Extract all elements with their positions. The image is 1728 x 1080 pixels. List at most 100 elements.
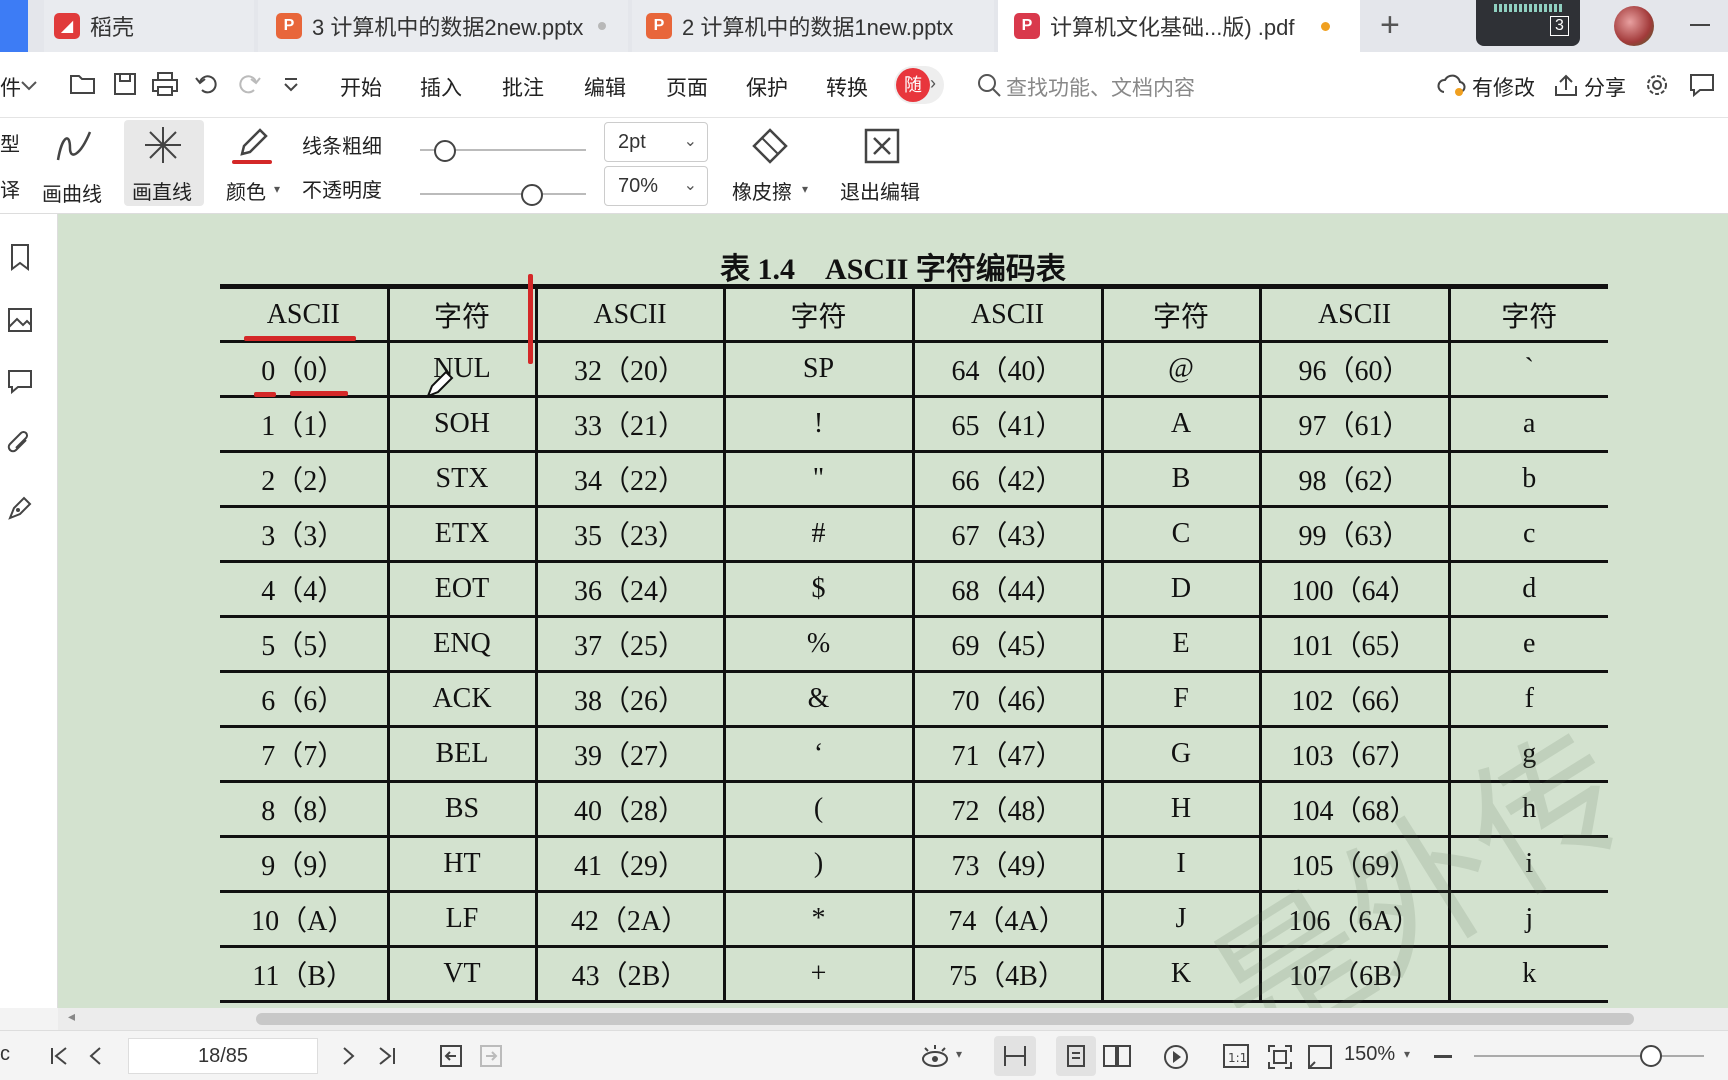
- character-cell: ACK: [388, 671, 538, 728]
- zoom-slider[interactable]: [1474, 1045, 1704, 1067]
- horizontal-scrollbar[interactable]: ◂: [58, 1008, 1728, 1030]
- modified-status[interactable]: 有修改: [1472, 72, 1535, 102]
- ascii-code-cell: 37（25）: [536, 616, 726, 673]
- curve-icon: [56, 131, 92, 161]
- ascii-code-cell: 35（23）: [536, 506, 726, 563]
- avatar[interactable]: [1614, 6, 1654, 46]
- ink-vertical-stroke: [528, 274, 533, 364]
- image-icon[interactable]: [6, 306, 34, 334]
- share-button[interactable]: 分享: [1584, 72, 1626, 102]
- quick-access-dropdown-icon[interactable]: [282, 76, 300, 92]
- first-page-icon[interactable]: [48, 1045, 72, 1067]
- ascii-code-cell: 97（61）: [1260, 396, 1451, 453]
- save-icon[interactable]: [112, 70, 138, 98]
- search-input[interactable]: 查找功能、文档内容: [1006, 72, 1195, 102]
- actual-size-icon[interactable]: 1:1: [1222, 1043, 1250, 1069]
- header-cell: 字符: [1449, 284, 1608, 343]
- comment-icon[interactable]: [1688, 72, 1716, 98]
- menu-annotate[interactable]: 批注: [502, 72, 544, 102]
- chevron-down-icon[interactable]: [20, 80, 38, 92]
- last-page-icon[interactable]: [374, 1045, 398, 1067]
- character-cell: D: [1102, 561, 1262, 618]
- opacity-slider[interactable]: [420, 184, 586, 206]
- line-width-select[interactable]: 2pt ⌄: [604, 122, 708, 162]
- slider-thumb[interactable]: [434, 140, 456, 162]
- play-icon[interactable]: [1162, 1043, 1190, 1071]
- tab-bar: ◢ 稻壳 P 3 计算机中的数据2new.pptx P 2 计算机中的数据1ne…: [0, 0, 1728, 52]
- new-tab-button[interactable]: +: [1380, 6, 1400, 45]
- line-icon: [145, 127, 181, 163]
- back-view-icon[interactable]: [438, 1043, 464, 1069]
- bookmark-icon[interactable]: [8, 242, 32, 272]
- chevron-down-icon: ▾: [802, 182, 809, 196]
- redo-icon[interactable]: [236, 72, 262, 96]
- character-cell: BS: [388, 781, 538, 838]
- fit-page-icon[interactable]: [1266, 1043, 1294, 1071]
- fit-width-button[interactable]: [994, 1036, 1036, 1076]
- document-page[interactable]: 表 1.4 ASCII 字符编码表 ASCII 字符 ASCII 字符 ASCI…: [58, 214, 1728, 1008]
- previous-page-icon[interactable]: [86, 1045, 106, 1067]
- signature-icon[interactable]: [6, 494, 34, 522]
- home-strip[interactable]: [0, 0, 28, 52]
- menu-edit[interactable]: 编辑: [584, 72, 626, 102]
- exit-edit-button[interactable]: 退出编辑: [832, 120, 932, 206]
- opacity-select[interactable]: 70% ⌄: [604, 166, 708, 206]
- tab-close-icon[interactable]: [598, 22, 606, 30]
- zoom-out-button[interactable]: [1434, 1055, 1452, 1058]
- menu-start[interactable]: 开始: [340, 72, 382, 102]
- ascii-code-cell: 65（41）: [913, 396, 1104, 453]
- scroll-thumb[interactable]: [256, 1013, 1634, 1025]
- chevron-down-icon[interactable]: ▾: [1404, 1047, 1410, 1061]
- chevron-down-icon[interactable]: ▾: [956, 1047, 962, 1061]
- forward-view-icon[interactable]: [478, 1043, 504, 1069]
- character-cell: VT: [388, 946, 538, 1003]
- ascii-code-cell: 36（24）: [536, 561, 726, 618]
- next-page-icon[interactable]: [338, 1045, 358, 1067]
- line-width-slider[interactable]: [420, 140, 586, 162]
- ascii-code-cell: 11（B）: [220, 946, 390, 1003]
- print-icon[interactable]: [150, 70, 180, 98]
- slider-thumb[interactable]: [521, 184, 543, 206]
- comment-icon[interactable]: [6, 368, 34, 396]
- scroll-left-arrow[interactable]: ◂: [68, 1008, 75, 1025]
- tab-docer[interactable]: ◢ 稻壳: [44, 0, 254, 52]
- character-cell: SP: [724, 341, 915, 398]
- pen-icon: [240, 128, 268, 156]
- ascii-code-cell: 99（63）: [1260, 506, 1451, 563]
- character-cell: G: [1102, 726, 1262, 783]
- menu-protect[interactable]: 保护: [746, 72, 788, 102]
- single-page-button[interactable]: [1056, 1036, 1096, 1076]
- tab-pptx-1[interactable]: P 2 计算机中的数据1new.pptx: [632, 0, 994, 52]
- character-cell: c: [1449, 506, 1608, 563]
- zoom-fit-icon[interactable]: [1306, 1043, 1334, 1071]
- eraser-button[interactable]: 橡皮擦 ▾: [724, 120, 814, 206]
- open-folder-icon[interactable]: [68, 70, 98, 98]
- header-cell: ASCII: [913, 284, 1104, 343]
- tab-pdf-active[interactable]: P 计算机文化基础...版) .pdf: [998, 0, 1360, 52]
- line-width-value: 2pt: [618, 131, 646, 153]
- draw-line-button[interactable]: 画直线: [124, 120, 204, 206]
- gear-icon[interactable]: [1644, 72, 1670, 98]
- tab-counter[interactable]: 3: [1476, 0, 1580, 46]
- menu-page[interactable]: 页面: [666, 72, 708, 102]
- attachment-icon[interactable]: [6, 430, 34, 458]
- ascii-code-cell: 33（21）: [536, 396, 726, 453]
- eye-protection-icon[interactable]: [920, 1043, 950, 1071]
- file-menu-cut[interactable]: 件: [0, 72, 21, 102]
- zoom-level[interactable]: 150%: [1344, 1043, 1395, 1066]
- character-cell: E: [1102, 616, 1262, 673]
- menu-convert[interactable]: 转换: [826, 72, 868, 102]
- minimize-button[interactable]: [1690, 24, 1710, 26]
- more-menu-button[interactable]: 随 ›: [894, 66, 944, 104]
- ascii-code-cell: 0（0）: [220, 341, 390, 398]
- ascii-code-cell: 68（44）: [913, 561, 1104, 618]
- ascii-code-cell: 40（28）: [536, 781, 726, 838]
- two-page-icon[interactable]: [1102, 1044, 1132, 1068]
- menu-insert[interactable]: 插入: [420, 72, 462, 102]
- undo-icon[interactable]: [194, 72, 220, 96]
- color-button[interactable]: 颜色 ▾: [222, 120, 288, 206]
- page-number-input[interactable]: 18/85: [128, 1038, 318, 1074]
- tab-pptx-2[interactable]: P 3 计算机中的数据2new.pptx: [258, 0, 628, 52]
- slider-thumb[interactable]: [1640, 1045, 1662, 1067]
- draw-curve-button[interactable]: 画曲线: [36, 122, 112, 208]
